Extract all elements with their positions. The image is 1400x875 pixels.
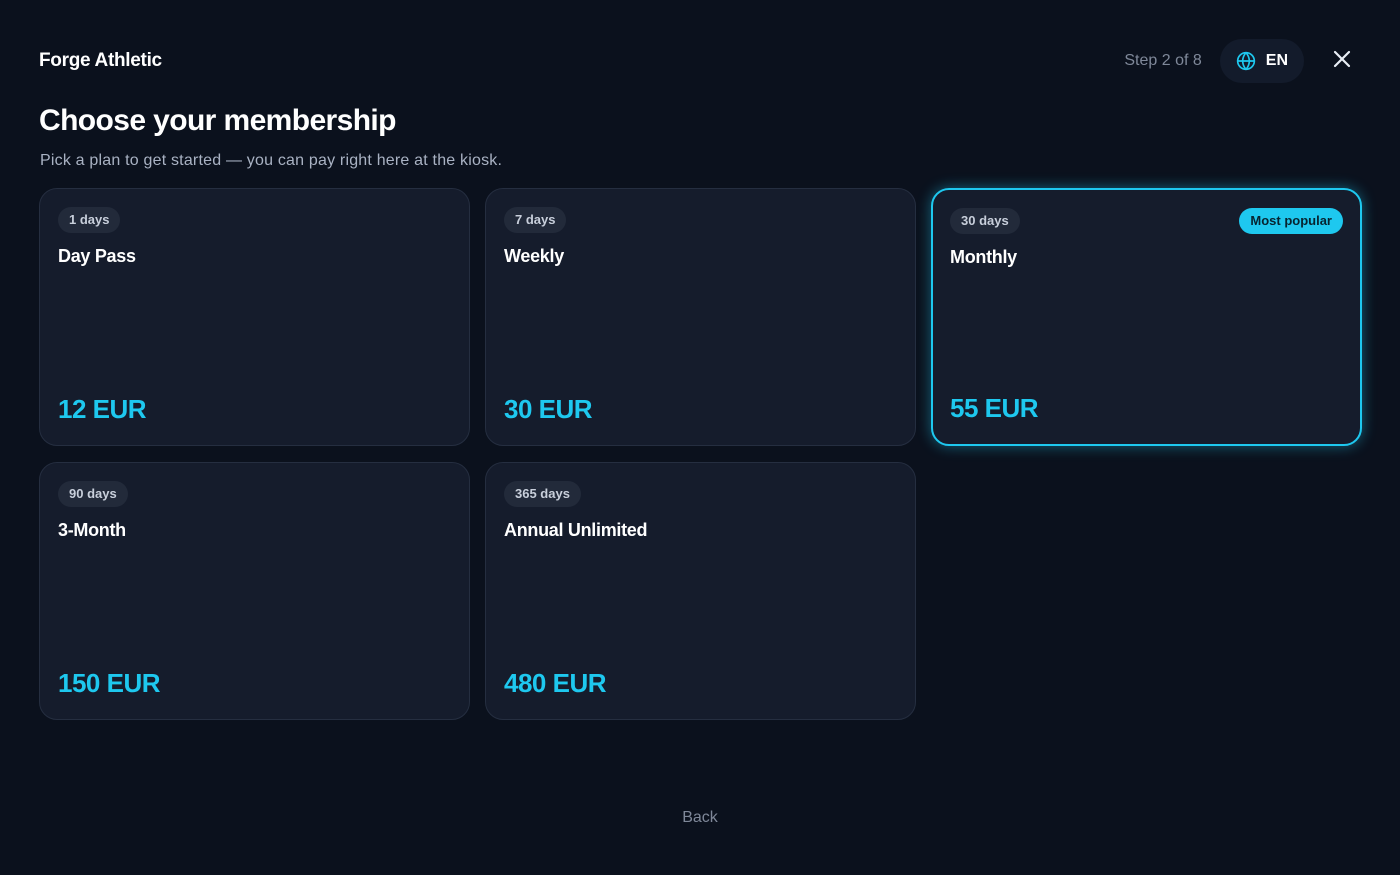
most-popular-badge: Most popular	[1239, 208, 1343, 234]
close-button[interactable]	[1324, 43, 1360, 79]
page-subtitle: Pick a plan to get started — you can pay…	[40, 152, 503, 169]
plan-card-3-month[interactable]: 90 days 3-Month 150 EUR	[39, 462, 470, 720]
plan-price: 150 EUR	[58, 668, 161, 698]
plan-price: 480 EUR	[504, 668, 607, 698]
plan-name: Weekly	[504, 246, 564, 266]
plan-card-annual-unlimited[interactable]: 365 days Annual Unlimited 480 EUR	[485, 462, 916, 720]
plan-name: Day Pass	[58, 246, 136, 266]
plan-card-weekly[interactable]: 7 days Weekly 30 EUR	[485, 188, 916, 446]
duration-badge: 7 days	[504, 207, 567, 233]
membership-page: Forge Athletic Step 2 of 8 EN Choose you…	[0, 0, 1400, 875]
page-title: Choose your membership	[39, 104, 396, 137]
step-indicator: Step 2 of 8	[1124, 52, 1202, 69]
header-controls: Step 2 of 8 EN	[1124, 39, 1360, 83]
plan-card-day-pass[interactable]: 1 days Day Pass 12 EUR	[39, 188, 470, 446]
plan-name: Monthly	[950, 247, 1017, 267]
close-icon	[1332, 49, 1352, 74]
duration-badge: 365 days	[504, 481, 581, 507]
duration-badge: 90 days	[58, 481, 128, 507]
brand-logo: Forge Athletic	[39, 50, 162, 71]
plan-price: 55 EUR	[950, 393, 1039, 423]
plan-grid: 1 days Day Pass 12 EUR 7 days Weekly 30 …	[39, 188, 1362, 720]
duration-badge: 1 days	[58, 207, 121, 233]
plan-price: 30 EUR	[504, 394, 593, 424]
plan-price: 12 EUR	[58, 394, 147, 424]
language-label: EN	[1265, 52, 1288, 69]
duration-badge: 30 days	[950, 208, 1020, 234]
plan-card-monthly[interactable]: 30 days Most popular Monthly 55 EUR	[931, 188, 1362, 446]
language-selector[interactable]: EN	[1219, 39, 1304, 83]
back-button[interactable]: Back	[650, 806, 750, 830]
plan-name: 3-Month	[58, 520, 126, 540]
globe-icon	[1236, 51, 1256, 71]
plan-name: Annual Unlimited	[504, 520, 648, 540]
